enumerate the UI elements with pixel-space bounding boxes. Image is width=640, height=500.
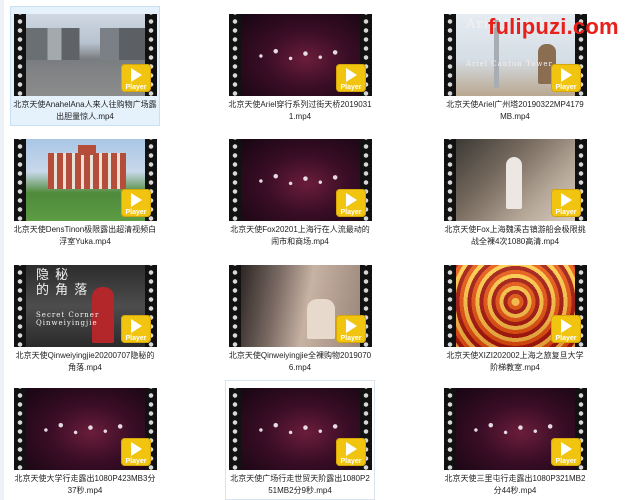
file-name: 北京天使Fox上海魏溪古镇游船会极限挑战全裸4次1080高清.mp4 [444, 225, 586, 246]
file-name: 北京天使DensTinon极限露出超清视频白浮室Yuka.mp4 [13, 225, 157, 246]
play-triangle-icon [131, 319, 142, 333]
file-name: 北京天使XIZI202002上海之旅复旦大学阶梯教室.mp4 [446, 351, 584, 372]
file-name: 北京天使Ariel广州塔20190322MP4179MB.mp4 [446, 100, 584, 121]
player-badge-label: Player [555, 458, 577, 465]
site-watermark: fulipuzi.com [488, 14, 619, 39]
file-tile[interactable]: Player 北京天使Fox上海魏溪古镇游船会极限挑战全裸4次1080高清.mp4 [440, 131, 590, 251]
player-badge-label: Player [340, 209, 362, 216]
player-badge: Player [551, 64, 581, 92]
player-badge: Player [121, 189, 151, 217]
film-strip-left-icon [229, 388, 241, 470]
film-strip-left-icon [444, 388, 456, 470]
video-thumbnail[interactable]: Player [444, 388, 587, 470]
play-triangle-icon [131, 193, 142, 207]
player-badge: Player [551, 189, 581, 217]
player-badge-label: Player [125, 458, 147, 465]
file-tile[interactable]: Player 北京天使XIZI202002上海之旅复旦大学阶梯教室.mp4 [440, 257, 590, 377]
player-badge: Player [336, 438, 366, 466]
poster-title: 隐 秘 的 角 落 [36, 268, 89, 298]
video-thumbnail[interactable]: Player [14, 388, 157, 470]
play-triangle-icon [346, 68, 357, 82]
player-badge: Player [336, 315, 366, 343]
player-badge-label: Player [340, 335, 362, 342]
play-triangle-icon [561, 442, 572, 456]
video-thumbnail[interactable]: 隐 秘 的 角 落 Secret Corner Qinweiyingjie Play… [14, 265, 157, 347]
player-badge: Player [336, 189, 366, 217]
film-strip-left-icon [14, 265, 26, 347]
file-tile[interactable]: Player 北京天使DensTinon极限露出超清视频白浮室Yuka.mp4 [10, 131, 160, 251]
poster-subtitle: Ariel Canton Tower [466, 60, 553, 68]
file-name: 北京天使广场行走世贸天阶露出1080P251MB2分9秒.mp4 [230, 474, 370, 495]
film-strip-left-icon [444, 14, 456, 96]
film-strip-left-icon [14, 14, 26, 96]
file-name: 北京天使Qinweiyingjie全裸购物20190706.mp4 [228, 351, 372, 372]
player-badge: Player [121, 315, 151, 343]
video-thumbnail[interactable]: Player [14, 139, 157, 221]
player-badge-label: Player [125, 209, 147, 216]
player-badge: Player [121, 438, 151, 466]
film-strip-left-icon [229, 139, 241, 221]
file-tile[interactable]: Player 北京天使Ariel穿行系列过街天桥20190311.mp4 [225, 6, 375, 126]
player-badge-label: Player [125, 335, 147, 342]
video-thumbnail[interactable]: Player [229, 265, 372, 347]
file-name: 北京天使三里屯行走露出1080P321MB2分44秒.mp4 [444, 474, 586, 495]
video-thumbnail[interactable]: Player [229, 388, 372, 470]
file-tile[interactable]: Player 北京天使广场行走世贸天阶露出1080P251MB2分9秒.mp4 [225, 380, 375, 500]
file-name: 北京天使Fox20201上海行在人流最动的闹市和商场.mp4 [230, 225, 370, 246]
file-name: 北京天使大学行走露出1080P423MB3分37秒.mp4 [14, 474, 156, 495]
file-tile[interactable]: Player 北京天使AnahelAna人来人往购物广场露出胆量惊人.mp4 [10, 6, 160, 126]
video-thumbnail[interactable]: Player [14, 14, 157, 96]
poster-subtitle: Secret Corner Qinweiyingjie [36, 311, 100, 327]
play-triangle-icon [131, 68, 142, 82]
play-triangle-icon [561, 193, 572, 207]
film-strip-left-icon [14, 388, 26, 470]
film-strip-left-icon [444, 139, 456, 221]
film-strip-left-icon [229, 14, 241, 96]
file-name: 北京天使Ariel穿行系列过街天桥20190311.mp4 [228, 100, 372, 121]
play-triangle-icon [346, 193, 357, 207]
film-strip-left-icon [229, 265, 241, 347]
player-badge-label: Player [340, 84, 362, 91]
film-strip-left-icon [14, 139, 26, 221]
play-triangle-icon [131, 442, 142, 456]
file-tile[interactable]: Player 北京天使大学行走露出1080P423MB3分37秒.mp4 [10, 380, 160, 500]
left-pane-edge [0, 0, 4, 500]
file-tile[interactable]: Player 北京天使三里屯行走露出1080P321MB2分44秒.mp4 [440, 380, 590, 500]
file-tile[interactable]: Player 北京天使Fox20201上海行在人流最动的闹市和商场.mp4 [225, 131, 375, 251]
player-badge-label: Player [125, 84, 147, 91]
play-triangle-icon [346, 319, 357, 333]
player-badge: Player [551, 438, 581, 466]
film-strip-left-icon [444, 265, 456, 347]
play-triangle-icon [561, 319, 572, 333]
video-thumbnail[interactable]: Player [229, 14, 372, 96]
play-triangle-icon [561, 68, 572, 82]
play-triangle-icon [346, 442, 357, 456]
player-badge: Player [551, 315, 581, 343]
player-badge: Player [121, 64, 151, 92]
player-badge-label: Player [555, 209, 577, 216]
player-badge: Player [336, 64, 366, 92]
video-thumbnail[interactable]: Player [444, 139, 587, 221]
file-name: 北京天使AnahelAna人来人往购物广场露出胆量惊人.mp4 [13, 100, 157, 121]
file-tile[interactable]: 隐 秘 的 角 落 Secret Corner Qinweiyingjie Play… [10, 257, 160, 377]
player-badge-label: Player [340, 458, 362, 465]
player-badge-label: Player [555, 84, 577, 91]
player-badge-label: Player [555, 335, 577, 342]
video-thumbnail[interactable]: Player [229, 139, 372, 221]
file-tile[interactable]: Player 北京天使Qinweiyingjie全裸购物20190706.mp4 [225, 257, 375, 377]
video-thumbnail[interactable]: Player [444, 265, 587, 347]
file-name: 北京天使Qinweiyingjie20200707隐秘的角落.mp4 [15, 351, 155, 372]
